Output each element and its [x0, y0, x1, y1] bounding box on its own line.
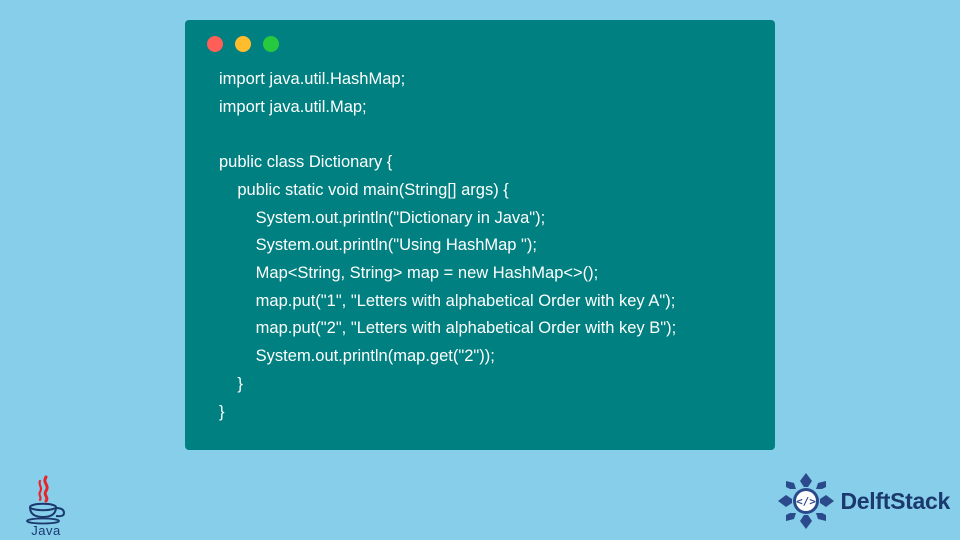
- java-logo: Java: [18, 468, 74, 538]
- java-logo-label: Java: [31, 523, 60, 538]
- site-name: DelftStack: [841, 488, 951, 515]
- code-window: import java.util.HashMap; import java.ut…: [185, 20, 775, 450]
- site-branding: </> DelftStack: [775, 470, 951, 532]
- minimize-icon: [235, 36, 251, 52]
- maximize-icon: [263, 36, 279, 52]
- svg-text:</>: </>: [796, 495, 816, 508]
- java-cup-icon: [25, 475, 67, 525]
- delftstack-icon: </>: [775, 470, 837, 532]
- close-icon: [207, 36, 223, 52]
- code-block: import java.util.HashMap; import java.ut…: [185, 62, 775, 432]
- window-controls: [185, 20, 775, 62]
